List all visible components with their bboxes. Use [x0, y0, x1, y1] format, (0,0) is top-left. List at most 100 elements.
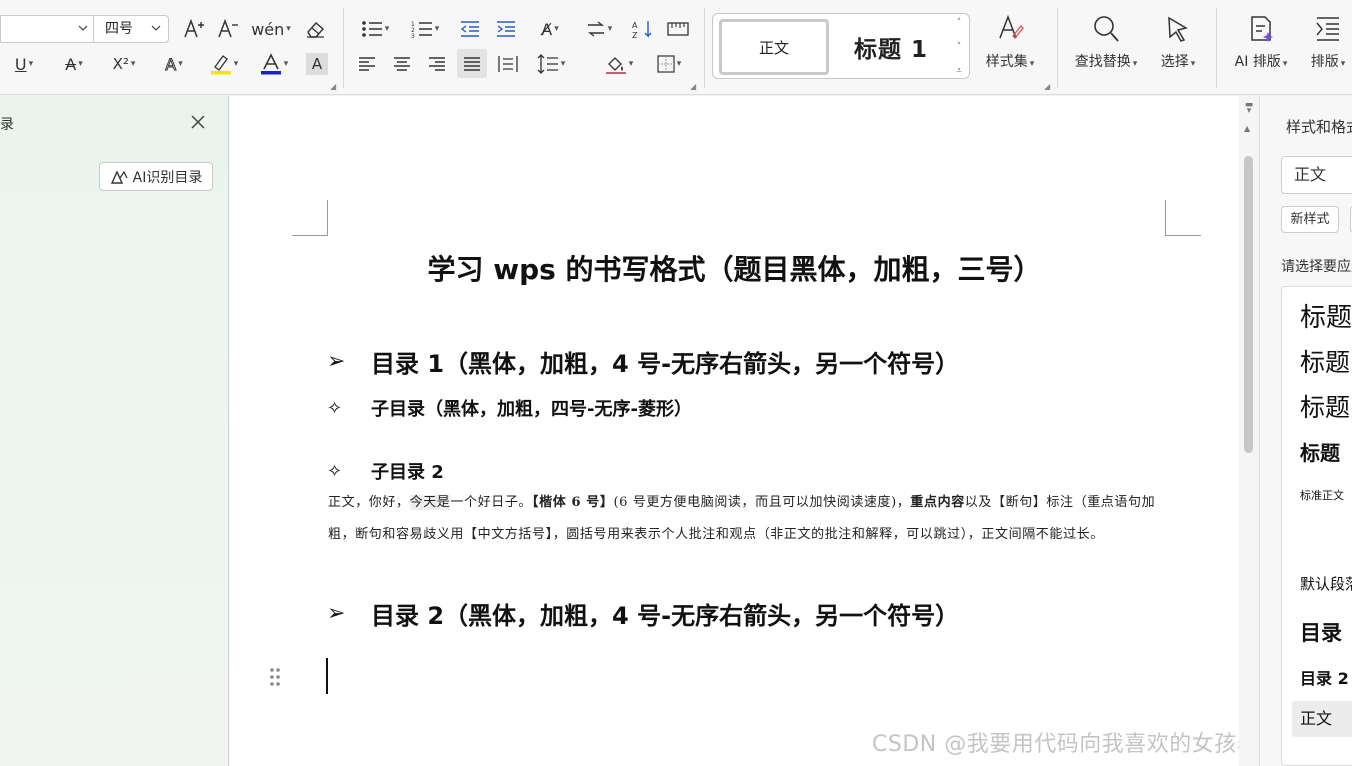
font-dialog-launcher-icon[interactable]: ◢ [330, 82, 336, 91]
arrow-bullet-icon: ➢ [327, 349, 346, 374]
scroll-up-icon[interactable]: ▲ [1244, 124, 1250, 133]
chevron-down-icon [78, 25, 88, 31]
char-shading-icon: A [311, 55, 323, 73]
text-direction-button[interactable]: A̸ ▾ [531, 17, 569, 41]
increase-indent-button[interactable] [494, 17, 518, 41]
ribbon-separator [704, 8, 705, 88]
borders-button[interactable]: ▾ [650, 53, 688, 75]
sort-icon: AZ [632, 21, 652, 39]
layout-icon [1316, 17, 1339, 41]
style-item-heading2[interactable]: 标题 [1300, 343, 1350, 379]
phonetic-guide-button[interactable]: wén ▾ [251, 17, 291, 41]
decrease-indent-button[interactable] [458, 17, 482, 41]
distribute-icon [498, 56, 518, 72]
text-cursor [326, 658, 328, 694]
ribbon-separator [1057, 8, 1058, 88]
paragraph-dialog-launcher-icon[interactable]: ◢ [690, 82, 696, 91]
ai-layout-button[interactable]: AI 排版 ▾ [1228, 14, 1294, 71]
font-color-button[interactable]: ▾ [255, 52, 293, 76]
style-item-toc2[interactable]: 目录 2 [1300, 665, 1349, 689]
heading-2-subtoc[interactable]: ✧ 子目录（黑体，加粗，四号-无序-菱形） [327, 395, 692, 421]
document-title[interactable]: 学习 wps 的书写格式（题目黑体，加粗，三号） [230, 248, 1239, 288]
diamond-bullet-icon: ✧ [327, 397, 343, 419]
layout-button[interactable]: 排版 ▾ [1303, 14, 1352, 71]
chevron-down-icon[interactable]: ˅ [957, 42, 962, 52]
style-item-normal-selected[interactable]: 正文 [1292, 701, 1352, 737]
strikethrough-button[interactable]: A ▾ [56, 52, 92, 76]
ai-toc-icon [110, 169, 128, 184]
bullet-list-button[interactable]: ▾ [357, 17, 393, 41]
eraser-icon [307, 22, 324, 38]
expand-gallery-icon[interactable]: ⩡ [956, 66, 961, 76]
underline-button[interactable]: U ▾ [6, 52, 42, 76]
styles-list: 标题 标题 标题 标题 标准正文 默认段落 目录 目录 2 正文 [1281, 286, 1352, 766]
underline-icon: U [14, 54, 27, 74]
highlighter-icon [210, 55, 231, 75]
superscript-button[interactable]: X² ▾ [104, 52, 144, 76]
ribbon-toolbar: 四号 wén ▾ U ▾ A ▾ X² ▾ A ▾ ▾ ▾ A ◢ ▾ 1 2 3 ▾ [0, 0, 1352, 95]
align-left-icon [359, 57, 375, 71]
close-icon[interactable] [188, 112, 208, 132]
style-item-heading3[interactable]: 标题 [1300, 388, 1350, 424]
heading-1-toc1[interactable]: ➢ 目录 1（黑体，加粗，4 号-无序右箭头，另一个符号） [327, 344, 959, 379]
sort-button[interactable]: AZ [631, 17, 655, 41]
shading-button[interactable]: ▾ [601, 53, 637, 75]
style-heading1-option[interactable]: 标题 1 [841, 19, 941, 75]
style-item-heading1[interactable]: 标题 [1300, 297, 1352, 334]
grow-font-icon [184, 19, 204, 38]
grow-font-button[interactable] [182, 17, 206, 41]
shrink-font-button[interactable] [216, 17, 240, 41]
ruler-icon [667, 22, 689, 36]
select-button[interactable]: 选择 ▾ [1152, 14, 1204, 71]
body-paragraph[interactable]: 正文，你好，今天是一个好日子。【楷体 6 号】(6 号更方便电脑阅读，而且可以加… [328, 487, 1170, 550]
heading-1-toc2[interactable]: ➢ 目录 2（黑体，加粗，4 号-无序右箭头，另一个符号） [327, 596, 959, 631]
svg-text:A: A [632, 21, 638, 30]
align-right-button[interactable] [426, 53, 448, 75]
line-direction-button[interactable]: ▾ [581, 17, 617, 41]
drag-handle-icon[interactable] [268, 666, 282, 688]
style-item-toc[interactable]: 目录 [1300, 617, 1342, 647]
document-canvas[interactable]: 学习 wps 的书写格式（题目黑体，加粗，三号） ➢ 目录 1（黑体，加粗，4 … [230, 96, 1281, 766]
scroll-thumb[interactable] [1244, 156, 1253, 453]
font-name-select[interactable] [0, 15, 93, 43]
font-size-select[interactable]: 四号 [93, 15, 169, 43]
align-right-icon [429, 57, 445, 71]
watermark-text: CSDN @我要用代码向我喜欢的女孩表白 [872, 732, 1282, 757]
align-center-button[interactable] [391, 53, 413, 75]
gallery-scroll[interactable]: ˄ ˅ ⩡ [953, 18, 965, 76]
numbered-list-button[interactable]: 1 2 3 ▾ [407, 17, 443, 41]
find-replace-button[interactable]: 查找替换 ▾ [1068, 14, 1144, 71]
line-spacing-button[interactable]: ▾ [532, 53, 570, 75]
ai-layout-icon [1251, 16, 1273, 42]
align-left-button[interactable] [356, 53, 378, 75]
justify-button[interactable] [457, 49, 487, 78]
style-item-heading4[interactable]: 标题 [1300, 437, 1340, 466]
show-hide-marks-button[interactable] [666, 17, 690, 41]
style-normal-option[interactable]: 正文 [719, 19, 829, 75]
text-effect-button[interactable]: A ▾ [156, 52, 192, 76]
distribute-button[interactable] [496, 53, 520, 75]
text-effect-icon: A [165, 54, 177, 74]
ai-detect-toc-button[interactable]: AI识别目录 [99, 162, 213, 191]
styles-dialog-launcher-icon[interactable]: ◢ [1044, 82, 1050, 91]
vertical-scrollbar[interactable]: ▬ ▾ ▲ [1239, 96, 1259, 766]
increase-indent-icon [497, 21, 515, 37]
new-style-button[interactable]: 新样式 [1281, 206, 1339, 233]
style-item-default-paragraph[interactable]: 默认段落 [1300, 573, 1352, 594]
style-set-button[interactable]: 样式集 ▾ [978, 14, 1042, 71]
svg-text:3: 3 [411, 33, 415, 38]
char-shading-button[interactable]: A [306, 53, 328, 75]
heading-2-subtoc2[interactable]: ✧ 子目录 2 [327, 458, 444, 484]
style-gallery: 正文 标题 1 ˄ ˅ ⩡ [712, 13, 970, 79]
split-handle-icon[interactable]: ▬ ▾ [1244, 101, 1254, 116]
highlight-button[interactable]: ▾ [205, 52, 243, 76]
current-style-field[interactable]: 正文 [1281, 156, 1352, 194]
search-icon [1094, 16, 1119, 42]
clear-format-button[interactable] [303, 17, 327, 41]
justify-icon [464, 56, 480, 71]
ribbon-separator [1216, 8, 1217, 88]
page-corner-mark [1165, 200, 1201, 236]
chevron-up-icon[interactable]: ˄ [957, 18, 962, 28]
svg-text:Z: Z [632, 31, 638, 39]
style-item-standard-body[interactable]: 标准正文 [1300, 487, 1344, 503]
